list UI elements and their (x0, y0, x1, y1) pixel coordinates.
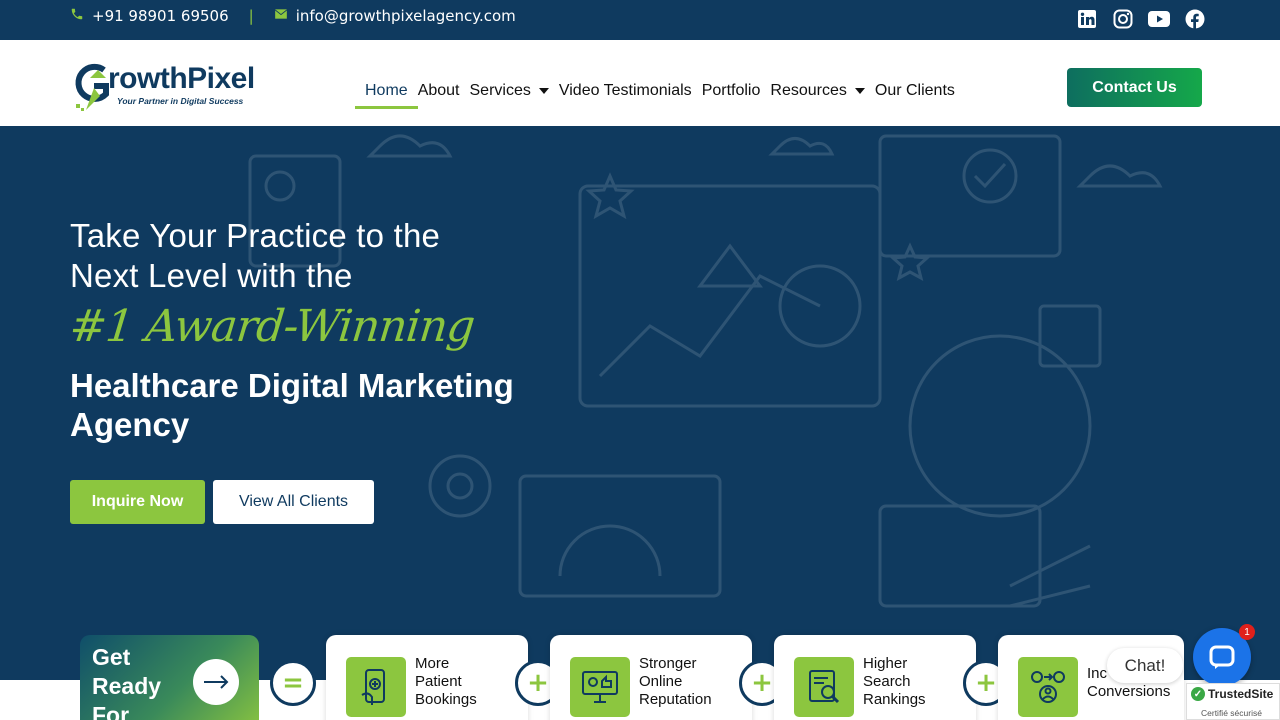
nav-video-testimonials-label: Video Testimonials (558, 82, 692, 99)
nav-portfolio[interactable]: Portfolio (692, 76, 771, 106)
benefit-card-rankings: Higher Search Rankings (774, 635, 976, 720)
youtube-icon[interactable] (1148, 8, 1170, 30)
benefit-line: Online (639, 673, 683, 690)
nav-our-clients[interactable]: Our Clients (865, 76, 965, 106)
nav-resources[interactable]: Resources (760, 76, 874, 106)
arrow-right-icon[interactable] (193, 659, 239, 705)
benefit-line: Higher (863, 655, 908, 672)
hero-award-script: #1 Award-Winning (67, 301, 477, 352)
chevron-down-icon (854, 88, 865, 94)
contact-info: +91 98901 69506 | info@growthpixelagency… (70, 7, 516, 25)
benefit-line: Rankings (863, 691, 926, 708)
monitor-reputation-icon (570, 657, 630, 717)
benefit-line: Bookings (415, 691, 477, 708)
logo-tagline: Your Partner in Digital Success (117, 96, 244, 106)
nav-about-label: About (417, 82, 460, 99)
growthpixel-logo[interactable]: rowthPixel Your Partner in Digital Succe… (70, 60, 280, 116)
search-rankings-icon (794, 657, 854, 717)
view-all-clients-button[interactable]: View All Clients (213, 480, 374, 524)
hero-title: Take Your Practice to the Next Level wit… (70, 216, 590, 296)
trustedsite-title-text: TrustedSite (1208, 687, 1274, 701)
contact-separator: | (248, 7, 254, 25)
nav-portfolio-label: Portfolio (701, 82, 761, 99)
trustedsite-badge[interactable]: ✓ TrustedSite Certifié sécurisé (1186, 683, 1280, 720)
envelope-icon (274, 8, 288, 24)
benefit-line: Reputation (639, 691, 712, 708)
conversions-icon (1018, 657, 1078, 717)
benefit-line: Patient (415, 673, 462, 690)
benefit-text: Higher Search Rankings (863, 655, 973, 709)
phone-link[interactable]: +91 98901 69506 (92, 7, 229, 25)
facebook-icon[interactable] (1184, 8, 1206, 30)
hero-title-line4: Agency (70, 406, 190, 443)
hero-section: Take Your Practice to the Next Level wit… (0, 126, 1280, 720)
hero-title-line1: Take Your Practice to the (70, 217, 441, 254)
chat-notification-badge: 1 (1239, 624, 1255, 640)
benefit-card-bookings: More Patient Bookings (326, 635, 528, 720)
chevron-down-icon (538, 88, 549, 94)
benefit-text: Stronger Online Reputation (639, 655, 749, 709)
logo-word-pixel: Pixel (187, 62, 255, 95)
phone-icon (70, 7, 84, 25)
trustedsite-subtitle: Certifié sécurisé (1201, 708, 1262, 718)
equals-circle: = (270, 660, 316, 706)
hero-title-line3: Healthcare Digital Marketing (70, 367, 514, 404)
benefit-line: Conversions (1087, 683, 1171, 700)
site-header: rowthPixel Your Partner in Digital Succe… (0, 40, 1280, 126)
nav-services-label: Services (469, 82, 531, 99)
benefit-line: Search (863, 673, 911, 690)
inquire-now-button[interactable]: Inquire Now (70, 480, 205, 524)
get-ready-line3: For (92, 702, 130, 720)
top-bar: +91 98901 69506 | info@growthpixelagency… (0, 0, 1280, 40)
benefit-line: Stronger (639, 655, 697, 672)
main-nav: Home About Services Video Testimonials P… (355, 76, 985, 109)
nav-video-testimonials[interactable]: Video Testimonials (549, 76, 702, 106)
instagram-icon[interactable] (1112, 8, 1134, 30)
checkmark-icon: ✓ (1191, 687, 1205, 701)
benefit-card-reputation: Stronger Online Reputation (550, 635, 752, 720)
nav-resources-label: Resources (770, 82, 847, 99)
linkedin-icon[interactable] (1076, 8, 1098, 30)
hero-title-line2: Next Level with the (70, 257, 353, 294)
benefit-text: More Patient Bookings (415, 655, 525, 709)
phone-booking-icon (346, 657, 406, 717)
contact-us-button[interactable]: Contact Us (1067, 68, 1202, 107)
nav-home-label: Home (365, 82, 408, 99)
nav-our-clients-label: Our Clients (874, 82, 955, 99)
chat-label-bubble[interactable]: Chat! (1107, 648, 1183, 683)
benefit-line: More (415, 655, 450, 672)
nav-services[interactable]: Services (460, 76, 559, 106)
hero-subtitle: Healthcare Digital Marketing Agency (70, 366, 590, 444)
logo-word-rowth: rowth (108, 62, 188, 95)
logo-wordmark: rowthPixel (108, 62, 255, 96)
chat-icon (1209, 645, 1235, 669)
email-link[interactable]: info@growthpixelagency.com (296, 7, 516, 25)
social-links (1076, 8, 1206, 30)
trustedsite-title: ✓ TrustedSite (1191, 687, 1273, 701)
